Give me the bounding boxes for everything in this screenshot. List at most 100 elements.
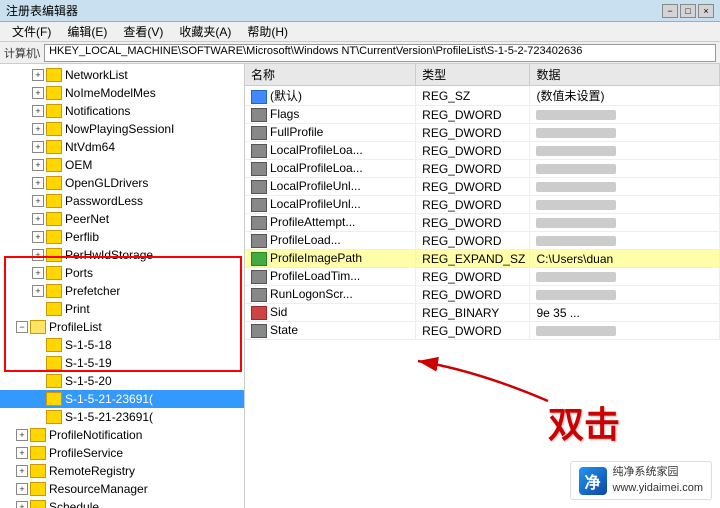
tree-expand-icon[interactable]: − [16, 321, 28, 333]
folder-icon [46, 68, 62, 82]
tree-item-perflib[interactable]: +Perflib [0, 228, 244, 246]
tree-item-ports[interactable]: + Ports [0, 264, 244, 282]
address-bar: 计算机\ HKEY_LOCAL_MACHINE\SOFTWARE\Microso… [0, 42, 720, 64]
reg-icon [251, 324, 267, 338]
maximize-button[interactable]: □ [680, 4, 696, 18]
tree-item-s-1-5-21-23691a[interactable]: S-1-5-21-23691( [0, 390, 244, 408]
tree-item-ntvdm64[interactable]: +NtVdm64 [0, 138, 244, 156]
tree-expand-icon[interactable]: + [32, 141, 44, 153]
table-row[interactable]: RunLogonScr...REG_DWORD [245, 286, 720, 304]
tree-item-networklist[interactable]: +NetworkList [0, 66, 244, 84]
tree-expand-icon[interactable]: + [16, 465, 28, 477]
tree-item-perhwidstorage[interactable]: +PerHwIdStorage [0, 246, 244, 264]
blurred-value [536, 218, 616, 228]
cell-type: REG_SZ [416, 86, 530, 106]
tree-item-profilenotification[interactable]: +ProfileNotification [0, 426, 244, 444]
tree-expand-icon[interactable]: + [32, 69, 44, 81]
tree-item-noimemodelmes[interactable]: +NoImeModelMes [0, 84, 244, 102]
tree-expand-icon[interactable]: + [32, 285, 44, 297]
tree-expand-icon[interactable]: + [16, 483, 28, 495]
reg-name: LocalProfileLoa... [270, 143, 363, 157]
menu-item[interactable]: 帮助(H) [239, 21, 296, 42]
menu-item[interactable]: 收藏夹(A) [171, 21, 239, 42]
cell-type: REG_DWORD [416, 196, 530, 214]
cell-name: LocalProfileUnl... [245, 196, 416, 214]
cell-type: REG_DWORD [416, 142, 530, 160]
tree-item-schedule[interactable]: +Schedule [0, 498, 244, 508]
reg-icon [251, 126, 267, 140]
cell-data [530, 124, 720, 142]
table-row[interactable]: LocalProfileLoa... REG_DWORD [245, 142, 720, 160]
blurred-value [536, 200, 616, 210]
menu-item[interactable]: 编辑(E) [59, 21, 115, 42]
table-row[interactable]: LocalProfileLoa...REG_DWORD [245, 160, 720, 178]
table-row[interactable]: LocalProfileUnl...REG_DWORD [245, 196, 720, 214]
tree-item-profileservice[interactable]: +ProfileService [0, 444, 244, 462]
table-row[interactable]: ProfileAttempt...REG_DWORD [245, 214, 720, 232]
cell-name: ProfileLoadTim... [245, 268, 416, 286]
folder-icon [46, 374, 62, 388]
blurred-value [536, 182, 616, 192]
tree-expand-icon[interactable]: + [32, 231, 44, 243]
tree-item-label: Ports [65, 266, 93, 280]
cell-name: FullProfile [245, 124, 416, 142]
tree-expand-icon[interactable]: + [32, 123, 44, 135]
tree-item-print[interactable]: Print [0, 300, 244, 318]
tree-expand-icon[interactable]: + [32, 105, 44, 117]
menu-item[interactable]: 查看(V) [115, 21, 171, 42]
cell-name: ProfileAttempt... [245, 214, 416, 232]
reg-icon [251, 288, 267, 302]
right-panel: 名称 类型 数据 (默认)REG_SZ(数值未设置)FlagsREG_DWORD… [245, 64, 720, 508]
tree-item-profilelist[interactable]: −ProfileList [0, 318, 244, 336]
table-row[interactable]: (默认)REG_SZ(数值未设置) [245, 86, 720, 106]
tree-item-nowplayingsessioni[interactable]: +NowPlayingSessionI [0, 120, 244, 138]
tree-item-resourcemanager[interactable]: +ResourceManager [0, 480, 244, 498]
table-row[interactable]: ProfileImagePathREG_EXPAND_SZC:\Users\du… [245, 250, 720, 268]
close-button[interactable]: × [698, 4, 714, 18]
table-row[interactable]: ProfileLoadTim...REG_DWORD [245, 268, 720, 286]
tree-expand-icon[interactable]: + [32, 87, 44, 99]
menu-bar: 文件(F)编辑(E)查看(V)收藏夹(A)帮助(H) [0, 22, 720, 42]
tree-item-s-1-5-20[interactable]: S-1-5-20 [0, 372, 244, 390]
cell-type: REG_DWORD [416, 106, 530, 124]
tree-item-s-1-5-21-23691b[interactable]: S-1-5-21-23691( [0, 408, 244, 426]
table-row[interactable]: ProfileLoad...REG_DWORD [245, 232, 720, 250]
tree-expand-icon[interactable]: + [16, 429, 28, 441]
tree-expand-icon[interactable]: + [32, 177, 44, 189]
table-header-row: 名称 类型 数据 [245, 64, 720, 86]
table-row[interactable]: FullProfileREG_DWORD [245, 124, 720, 142]
tree-expand-icon[interactable]: + [32, 213, 44, 225]
tree-item-oem[interactable]: +OEM [0, 156, 244, 174]
tree-expand-icon[interactable]: + [32, 195, 44, 207]
tree-item-passwordless[interactable]: +PasswordLess [0, 192, 244, 210]
reg-name: ProfileAttempt... [270, 215, 355, 229]
tree-expand-icon[interactable]: + [32, 249, 44, 261]
tree-expand-icon[interactable]: + [16, 447, 28, 459]
cell-name: Sid [245, 304, 416, 322]
tree-item-s-1-5-18[interactable]: S-1-5-18 [0, 336, 244, 354]
tree-item-remoteregistry[interactable]: +RemoteRegistry [0, 462, 244, 480]
tree-item-opengldrivers[interactable]: +OpenGLDrivers [0, 174, 244, 192]
table-row[interactable]: FlagsREG_DWORD [245, 106, 720, 124]
cell-name: State [245, 322, 416, 340]
minimize-button[interactable]: − [662, 4, 678, 18]
reg-name: LocalProfileUnl... [270, 179, 361, 193]
tree-item-s-1-5-19[interactable]: S-1-5-19 [0, 354, 244, 372]
table-row[interactable]: SidREG_BINARY9e 35 ... [245, 304, 720, 322]
tree-item-peernet[interactable]: +PeerNet [0, 210, 244, 228]
table-row[interactable]: LocalProfileUnl...REG_DWORD [245, 178, 720, 196]
tree-expand-icon[interactable]: + [32, 159, 44, 171]
cell-name: LocalProfileLoa... [245, 160, 416, 178]
tree-item-prefetcher[interactable]: +Prefetcher [0, 282, 244, 300]
tree-item-notifications[interactable]: +Notifications [0, 102, 244, 120]
tree-expand-icon[interactable]: + [32, 267, 44, 279]
address-input[interactable]: HKEY_LOCAL_MACHINE\SOFTWARE\Microsoft\Wi… [44, 44, 716, 62]
menu-item[interactable]: 文件(F) [4, 21, 59, 42]
cell-data [530, 106, 720, 124]
tree-expand-icon[interactable]: + [16, 501, 28, 508]
reg-icon [251, 108, 267, 122]
title-bar-text: 注册表编辑器 [6, 2, 78, 19]
table-row[interactable]: StateREG_DWORD [245, 322, 720, 340]
tree-panel[interactable]: +NetworkList+NoImeModelMes+Notifications… [0, 64, 245, 508]
col-data: 数据 [530, 64, 720, 86]
